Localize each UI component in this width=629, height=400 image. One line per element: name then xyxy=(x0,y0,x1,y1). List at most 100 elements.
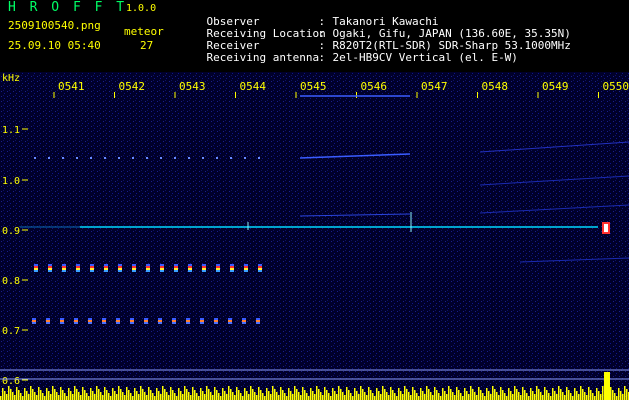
spectrum-bar xyxy=(592,393,594,400)
spectrum-bar xyxy=(304,390,306,400)
spectrum-bar xyxy=(472,389,474,400)
spectrum-bar xyxy=(158,391,160,400)
spectrum-bar xyxy=(62,390,64,400)
echo-dot xyxy=(188,268,192,270)
spectrum-bar xyxy=(52,386,54,400)
spectrum-bar xyxy=(436,390,438,400)
echo-dot xyxy=(160,266,164,268)
spectrum-bar xyxy=(232,392,234,400)
app-version: 1.0.0 xyxy=(126,3,157,14)
echo-dot xyxy=(258,268,262,270)
app-brand: H R O F F T xyxy=(8,0,128,15)
echo-dot xyxy=(230,268,234,270)
spectrum-bar xyxy=(76,389,78,400)
echo-dot xyxy=(118,268,122,270)
echo-dot xyxy=(60,320,64,322)
spectrum-bar xyxy=(594,396,596,400)
spectrum-bar xyxy=(406,389,408,400)
echo-dot xyxy=(62,270,66,272)
echo-dot xyxy=(202,270,206,272)
spectrum-bar xyxy=(440,396,442,400)
spectrum-bar xyxy=(222,388,224,400)
spectrum-bar xyxy=(558,386,560,400)
spectrum-bar xyxy=(128,390,130,400)
echo-dot xyxy=(172,322,176,324)
spectrum-bar xyxy=(574,388,576,400)
spectrum-bar xyxy=(254,392,256,400)
echo-dot xyxy=(130,322,134,324)
spectrum-bar xyxy=(296,389,298,400)
spectrum-bar xyxy=(66,396,68,400)
spectrum-bar xyxy=(340,389,342,400)
echo-dot xyxy=(202,157,204,159)
spectrum-bar xyxy=(244,388,246,400)
echo-dot xyxy=(216,270,220,272)
spectrum-bar xyxy=(234,395,236,400)
spectrum-bar xyxy=(12,392,14,400)
echo-dot xyxy=(104,270,108,272)
freq-tick-label: 1.1 xyxy=(2,125,20,136)
spectrum-bar xyxy=(388,395,390,400)
spectrum-bar xyxy=(542,395,544,400)
spectrum-bar xyxy=(516,389,518,400)
spectrum-bar xyxy=(180,391,182,400)
spectrum-bar xyxy=(308,396,310,400)
spectrum-bar xyxy=(446,394,448,400)
spectrum-bar xyxy=(322,395,324,400)
echo-dot xyxy=(214,320,218,322)
echo-dot xyxy=(186,320,190,322)
spectrum-bar xyxy=(264,396,266,400)
echo-dot xyxy=(74,320,78,322)
spectrum-bar xyxy=(18,390,20,400)
echo-dot xyxy=(202,268,206,270)
spectrum-bar xyxy=(588,387,590,400)
spectrum-bar xyxy=(456,387,458,400)
spectrum-bar xyxy=(584,392,586,400)
spectrum-bar xyxy=(236,387,238,400)
spectrum-bar xyxy=(26,391,28,400)
spectrum-bar xyxy=(350,393,352,400)
echo-dot xyxy=(258,266,262,268)
spectrum-bar xyxy=(624,386,626,400)
spectrum-bar xyxy=(420,388,422,400)
echo-dot xyxy=(46,322,50,324)
spectrum-bar xyxy=(292,394,294,400)
spectrum-bar xyxy=(8,386,10,400)
echo-dot xyxy=(46,318,50,320)
echo-dot xyxy=(34,266,38,268)
spectrum-bar xyxy=(460,393,462,400)
spectrum-bar xyxy=(144,392,146,400)
spectrum-bar xyxy=(294,386,296,400)
echo-dot xyxy=(34,268,38,270)
spectrum-bar xyxy=(482,393,484,400)
spectrum-bar xyxy=(252,389,254,400)
spectrum-bar xyxy=(566,387,568,400)
spectrum-bar xyxy=(332,388,334,400)
spectrum-bar xyxy=(466,391,468,400)
spectrum-bar xyxy=(560,389,562,400)
spectrum-bar xyxy=(142,389,144,400)
echo-dot xyxy=(132,266,136,268)
spectrum-bar xyxy=(186,389,188,400)
meteor-count: 27 xyxy=(140,39,154,52)
echo-dot xyxy=(216,264,220,266)
echo-dot xyxy=(174,157,176,159)
echo-dot xyxy=(90,268,94,270)
spectrum-bar xyxy=(74,386,76,400)
echo-dot xyxy=(104,266,108,268)
echo-dot xyxy=(88,320,92,322)
spectrum-bar xyxy=(458,390,460,400)
spectrum-bar xyxy=(602,386,604,400)
spectrum-bar xyxy=(342,392,344,400)
freq-tick-label: 0.9 xyxy=(2,226,20,237)
spectrum-bar xyxy=(114,391,116,400)
echo-dot xyxy=(174,268,178,270)
echo-dot xyxy=(76,157,78,159)
echo-dot xyxy=(90,266,94,268)
spectrum-bar xyxy=(130,393,132,400)
echo-dot xyxy=(74,322,78,324)
spectrum-bar xyxy=(504,393,506,400)
echo-dot xyxy=(158,318,162,320)
spectrum-bar xyxy=(298,392,300,400)
echo-dot xyxy=(144,320,148,322)
